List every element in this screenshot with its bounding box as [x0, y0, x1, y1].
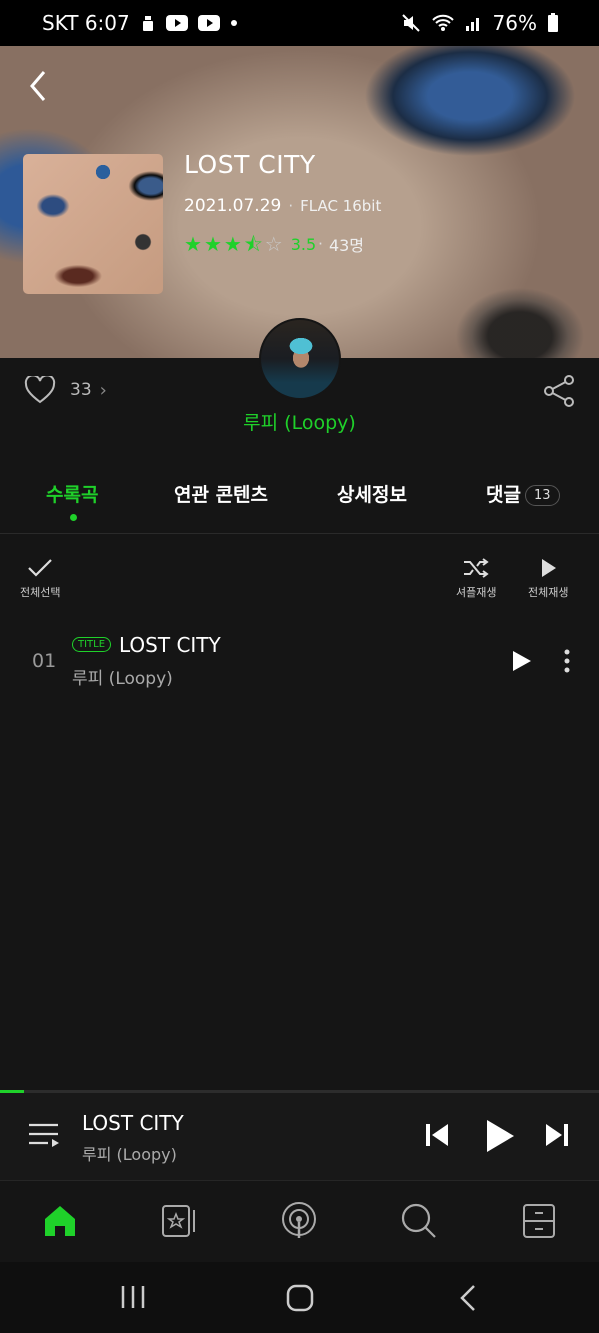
tab-tracks[interactable]: 수록곡 [46, 480, 98, 507]
select-all-label: 전체선택 [20, 586, 61, 599]
play-all-label: 전체재생 [528, 586, 569, 599]
separator: · [288, 197, 294, 215]
album-cover[interactable] [23, 154, 163, 294]
system-navigation-bar [0, 1262, 599, 1333]
rating[interactable]: ★ ★ ★ ⯪ ☆ 3.5 · 43명 [184, 232, 364, 256]
share-button[interactable] [542, 374, 576, 408]
nav-library[interactable] [520, 1202, 558, 1240]
play-icon [542, 559, 557, 577]
status-right: 76% [401, 11, 559, 35]
mini-player[interactable]: LOST CITY 루피 (Loopy) [0, 1093, 599, 1181]
now-playing-title: LOST CITY [82, 1111, 184, 1135]
chevron-right-icon: › [99, 379, 107, 401]
artist-name[interactable]: 루피 (Loopy) [0, 408, 599, 435]
back-button[interactable] [24, 68, 54, 104]
play-icon [487, 1120, 514, 1152]
cleaner-icon [140, 14, 156, 32]
now-playing-artist: 루피 (Loopy) [82, 1145, 177, 1164]
star-icon: ★ [223, 232, 242, 256]
shuffle-icon [464, 558, 489, 578]
share-icon [544, 375, 574, 407]
next-button[interactable] [544, 1121, 570, 1153]
nav-home[interactable] [41, 1202, 79, 1240]
tab-related[interactable]: 연관 콘텐츠 [174, 480, 268, 507]
active-tab-indicator [70, 514, 77, 521]
search-icon [401, 1203, 436, 1238]
more-vertical-icon [564, 649, 570, 673]
empty-star-icon: ☆ [264, 232, 283, 256]
status-bar: SKT 6:07 76% [0, 0, 599, 46]
notification-dot-icon [230, 19, 238, 27]
wifi-icon [431, 13, 455, 33]
carrier-time: SKT 6:07 [42, 11, 130, 35]
play-all-button[interactable]: 전체재생 [528, 556, 568, 600]
skip-previous-icon [426, 1124, 448, 1146]
youtube-icon [197, 15, 220, 31]
shuffle-play-button[interactable]: 셔플재생 [456, 556, 496, 600]
track-title: LOST CITY [119, 633, 221, 657]
bottom-navigation [0, 1182, 599, 1260]
chevron-left-icon [30, 71, 46, 101]
check-icon [28, 559, 53, 577]
star-icon: ★ [184, 232, 202, 256]
play-button[interactable] [484, 1118, 516, 1158]
system-back-button[interactable] [458, 1284, 480, 1316]
battery-percent: 76% [492, 11, 537, 35]
release-date: 2021.07.29 [184, 196, 282, 216]
comment-count-badge: 13 [524, 485, 560, 506]
tab-comments-label: 댓글 [486, 484, 521, 506]
skip-next-icon [546, 1124, 568, 1146]
star-icon: ★ [203, 232, 222, 256]
track-artist: 루피 (Loopy) [72, 669, 173, 689]
system-home-button[interactable] [286, 1284, 314, 1316]
status-left: SKT 6:07 [42, 11, 238, 35]
mute-icon [401, 13, 421, 33]
tab-bar: 수록곡 연관 콘텐츠 상세정보 댓글 13 [0, 472, 599, 534]
home-icon [45, 1206, 75, 1236]
audio-quality: FLAC 16bit [300, 197, 382, 215]
like-button[interactable]: 33 › [24, 376, 107, 404]
back-icon [460, 1285, 475, 1311]
nav-podcast[interactable] [280, 1202, 318, 1240]
music-card-icon [162, 1205, 195, 1237]
tab-comments[interactable]: 댓글 13 [486, 480, 560, 507]
rating-count: 43명 [328, 236, 365, 255]
track-number: 01 [32, 650, 57, 672]
album-title: LOST CITY [184, 150, 316, 179]
like-count: 33 [70, 380, 92, 400]
artist-avatar[interactable] [259, 318, 341, 400]
rating-value: 3.5 [290, 234, 317, 254]
half-star-icon: ⯪ [243, 232, 263, 256]
playlist-icon [29, 1123, 59, 1147]
previous-button[interactable] [424, 1121, 450, 1153]
nav-music-card[interactable] [160, 1202, 198, 1240]
track-row[interactable]: 01 TITLE LOST CITY 루피 (Loopy) [0, 630, 599, 692]
recents-button[interactable] [120, 1284, 146, 1314]
nav-search[interactable] [400, 1202, 438, 1240]
shuffle-play-label: 셔플재생 [456, 586, 497, 599]
signal-icon [465, 14, 483, 32]
recents-icon [121, 1286, 145, 1308]
title-track-badge: TITLE [72, 637, 112, 652]
album-meta: 2021.07.29 · FLAC 16bit [184, 196, 381, 216]
track-play-button[interactable] [510, 650, 532, 676]
battery-icon [547, 13, 559, 33]
home-icon [286, 1284, 314, 1312]
separator: · [318, 235, 323, 253]
podcast-icon [282, 1202, 316, 1238]
youtube-icon [165, 15, 188, 31]
library-icon [523, 1204, 555, 1238]
playlist-button[interactable] [28, 1121, 60, 1155]
tab-details[interactable]: 상세정보 [337, 480, 407, 507]
track-more-button[interactable] [560, 648, 574, 674]
heart-icon [24, 376, 56, 404]
play-icon [513, 651, 531, 671]
select-all-button[interactable]: 전체선택 [20, 556, 60, 600]
